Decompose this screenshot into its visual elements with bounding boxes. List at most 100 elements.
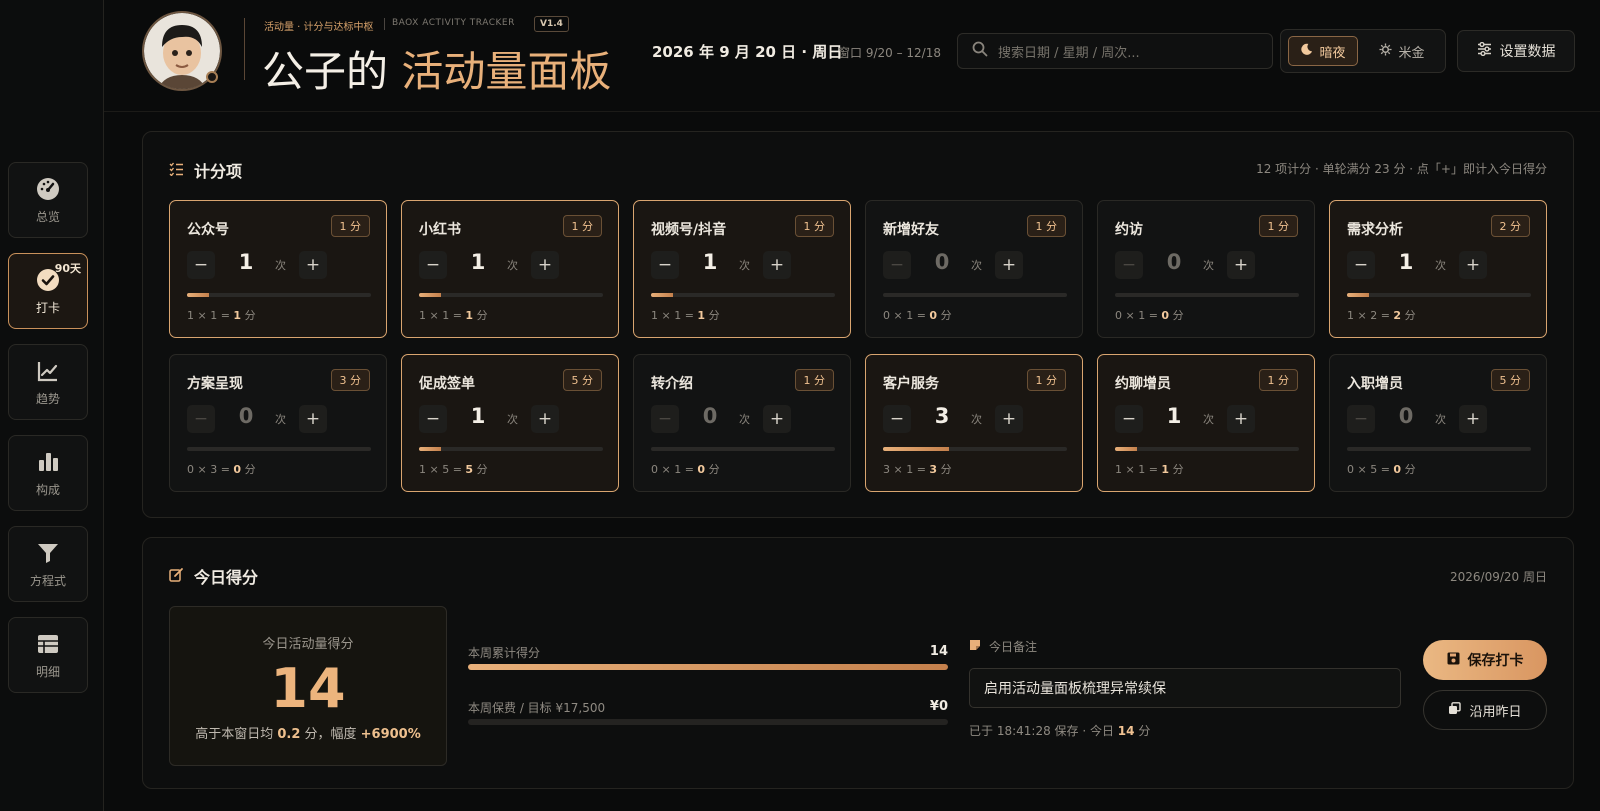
- score-card-points: 5 分: [562, 369, 602, 391]
- score-card-name: 约访: [1115, 222, 1143, 238]
- increment-button[interactable]: +: [1459, 405, 1487, 433]
- decrement-button[interactable]: −: [187, 251, 215, 279]
- formula-value: 5: [465, 463, 474, 476]
- score-card-formula: 1 × 5 = 5 分: [419, 461, 488, 477]
- gauge-icon: [35, 176, 61, 202]
- decrement-button[interactable]: −: [651, 251, 679, 279]
- reuse-yesterday-label: 沿用昨日: [1469, 704, 1522, 720]
- score-card-name: 视频号/抖音: [651, 222, 727, 238]
- weekly-score-fill: [468, 664, 948, 670]
- score-card-unit: 次: [1435, 259, 1446, 272]
- decrement-button[interactable]: −: [1115, 405, 1143, 433]
- score-card-count: 1: [1398, 250, 1414, 274]
- score-card-name: 新增好友: [883, 222, 939, 238]
- score-card-points: 1 分: [794, 215, 834, 237]
- score-card-unit: 次: [739, 413, 750, 426]
- increment-button[interactable]: +: [995, 405, 1023, 433]
- formula-suffix: 分: [473, 309, 488, 322]
- decrement-button[interactable]: −: [419, 405, 447, 433]
- score-card-name: 转介绍: [651, 376, 693, 392]
- score-card: 需求分析 2 分 −1 次 +1 × 2 = 2 分: [1329, 200, 1547, 338]
- formula-suffix: 分: [241, 463, 256, 476]
- increment-button[interactable]: +: [763, 251, 791, 279]
- score-card-progress: [419, 447, 603, 451]
- decrement-button[interactable]: −: [883, 251, 911, 279]
- decrement-button[interactable]: −: [883, 405, 911, 433]
- copy-icon: [1448, 701, 1462, 719]
- increment-button[interactable]: +: [1227, 251, 1255, 279]
- scoring-title-text: 计分项: [194, 162, 243, 181]
- tracker-label: BAOX ACTIVITY TRACKER: [392, 18, 515, 28]
- online-status-dot: [206, 71, 218, 83]
- sidebar-item-trend[interactable]: 趋势: [8, 344, 88, 420]
- formula-prefix: 1 × 1 =: [419, 309, 466, 322]
- note-input[interactable]: 启用活动量面板梳理异常续保: [969, 668, 1401, 708]
- sidebar-item-detail[interactable]: 明细: [8, 617, 88, 693]
- score-card-progress: [1115, 293, 1299, 297]
- reuse-yesterday-button[interactable]: 沿用昨日: [1423, 690, 1547, 730]
- decrement-button[interactable]: −: [187, 405, 215, 433]
- score-card: 促成签单 5 分 −1 次 +1 × 5 = 5 分: [401, 354, 619, 492]
- today-panel: 今日得分 2026/09/20 周日 今日活动量得分 14 高于本窗日均 0.2…: [142, 537, 1574, 789]
- increment-button[interactable]: +: [299, 405, 327, 433]
- settings-button[interactable]: 设置数据: [1457, 30, 1575, 72]
- formula-prefix: 3 × 1 =: [883, 463, 930, 476]
- compare-mid: 分，幅度: [300, 727, 361, 742]
- score-card: 转介绍 1 分 −0 次 +0 × 1 = 0 分: [633, 354, 851, 492]
- score-card-progress: [651, 447, 835, 451]
- decrement-button[interactable]: −: [1115, 251, 1143, 279]
- line-chart-icon: [35, 358, 61, 384]
- score-card-points: 1 分: [1026, 215, 1066, 237]
- decrement-button[interactable]: −: [419, 251, 447, 279]
- theme-dark-button[interactable]: 暗夜: [1288, 36, 1358, 66]
- sidebar-item-composition[interactable]: 构成: [8, 435, 88, 511]
- increment-button[interactable]: +: [1459, 251, 1487, 279]
- score-card-count: 0: [238, 404, 254, 428]
- increment-button[interactable]: +: [1227, 405, 1255, 433]
- increment-button[interactable]: +: [299, 251, 327, 279]
- score-card-unit: 次: [1203, 259, 1214, 272]
- formula-suffix: 分: [937, 309, 952, 322]
- sidebar-item-overview[interactable]: 总览: [8, 162, 88, 238]
- decrement-button[interactable]: −: [1347, 405, 1375, 433]
- score-card-name: 促成签单: [419, 376, 475, 392]
- score-card-formula: 1 × 1 = 1 分: [651, 307, 720, 323]
- sidebar-item-checkin[interactable]: 90天 打卡: [8, 253, 88, 329]
- increment-button[interactable]: +: [531, 405, 559, 433]
- score-card: 方案呈现 3 分 −0 次 +0 × 3 = 0 分: [169, 354, 387, 492]
- header-separator: [384, 18, 385, 30]
- theme-gold-button[interactable]: 米金: [1363, 36, 1441, 66]
- search-input[interactable]: 搜索日期 / 星期 / 周次...: [957, 33, 1273, 69]
- score-card-points: 1 分: [1258, 215, 1298, 237]
- decrement-button[interactable]: −: [1347, 251, 1375, 279]
- score-card: 入职增员 5 分 −0 次 +0 × 5 = 0 分: [1329, 354, 1547, 492]
- score-card-name: 约聊增员: [1115, 376, 1171, 392]
- score-card: 客户服务 1 分 −3 次 +3 × 1 = 3 分: [865, 354, 1083, 492]
- increment-button[interactable]: +: [531, 251, 559, 279]
- checkin-badge: 90天: [54, 262, 81, 275]
- formula-prefix: 1 × 1 =: [651, 309, 698, 322]
- formula-value: 1: [233, 309, 242, 322]
- score-card-unit: 次: [739, 259, 750, 272]
- score-card-points: 1 分: [562, 215, 602, 237]
- increment-button[interactable]: +: [763, 405, 791, 433]
- score-card-progress: [883, 293, 1067, 297]
- funnel-icon: [35, 540, 61, 566]
- score-card-name: 需求分析: [1347, 222, 1403, 238]
- settings-label: 设置数据: [1499, 44, 1556, 60]
- decrement-button[interactable]: −: [651, 405, 679, 433]
- moon-icon: [1300, 43, 1313, 60]
- score-card-unit: 次: [1203, 413, 1214, 426]
- score-card-unit: 次: [275, 259, 286, 272]
- sidebar-item-label: 打卡: [35, 300, 60, 315]
- formula-prefix: 1 × 2 =: [1347, 309, 1394, 322]
- save-status-prefix: 已于 18:41:28 保存 · 今日: [969, 724, 1118, 738]
- save-checkin-button[interactable]: 保存打卡: [1423, 640, 1547, 680]
- score-card-progress-fill: [187, 293, 210, 297]
- sidebar-item-formula[interactable]: 方程式: [8, 526, 88, 602]
- today-title-text: 今日得分: [194, 568, 259, 587]
- score-card-count: 1: [1166, 404, 1182, 428]
- score-card-unit: 次: [971, 413, 982, 426]
- theme-gold-label: 米金: [1398, 45, 1425, 61]
- increment-button[interactable]: +: [995, 251, 1023, 279]
